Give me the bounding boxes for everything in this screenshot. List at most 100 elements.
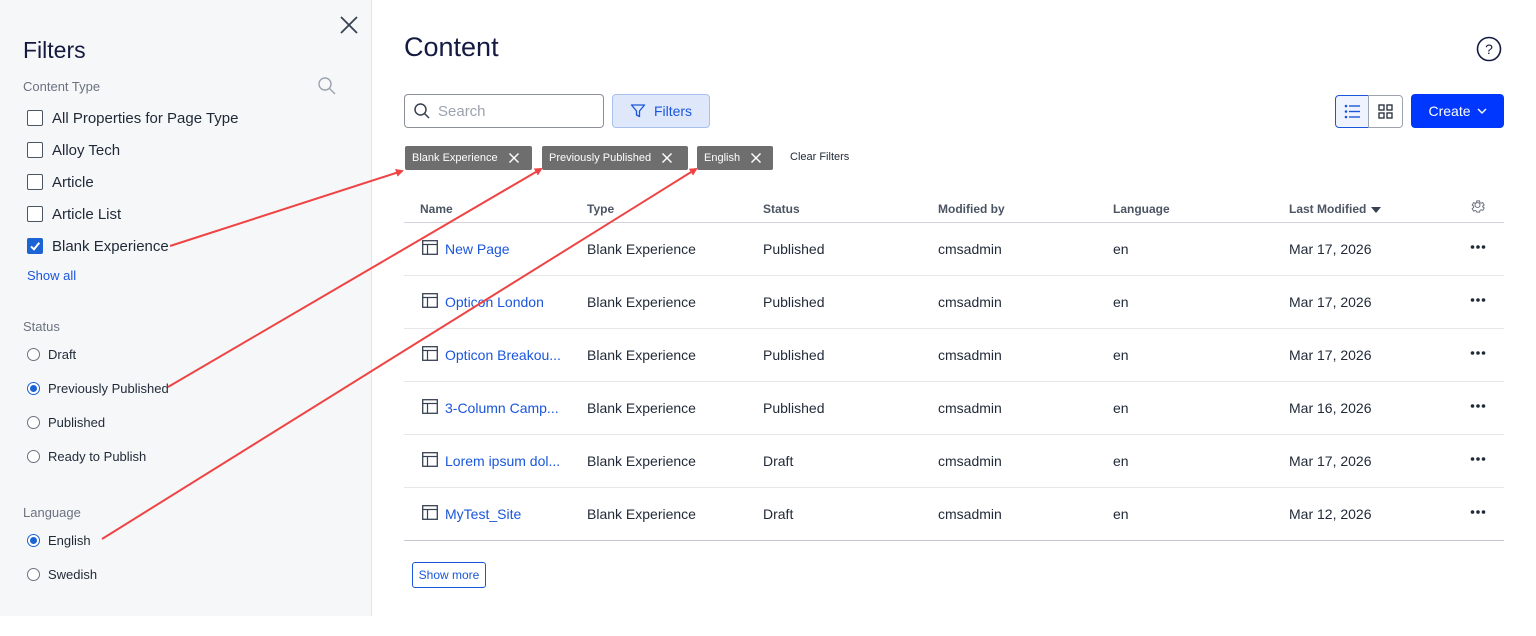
row-last-modified: Mar 17, 2026 xyxy=(1289,294,1372,310)
row-modified-by: cmsadmin xyxy=(938,294,1002,310)
filter-icon xyxy=(630,104,646,118)
search-icon xyxy=(414,103,430,119)
close-icon[interactable] xyxy=(508,152,520,164)
page-layout-icon xyxy=(422,293,438,308)
radio-label: Ready to Publish xyxy=(48,448,147,464)
checkbox-alloy-tech[interactable]: Alloy Tech xyxy=(27,140,120,160)
page-layout-icon xyxy=(422,505,438,520)
column-header-last-modified[interactable]: Last Modified xyxy=(1289,202,1382,216)
radio-published[interactable]: Published xyxy=(27,413,105,431)
column-header-name[interactable]: Name xyxy=(420,202,453,216)
row-status: Published xyxy=(763,347,825,363)
row-name-link[interactable]: Opticon Breakou... xyxy=(445,347,561,363)
radio[interactable] xyxy=(27,347,40,361)
grid-view-button[interactable] xyxy=(1368,95,1403,128)
more-options-icon[interactable] xyxy=(1470,398,1486,414)
close-icon[interactable] xyxy=(661,152,673,164)
filters-button[interactable]: Filters xyxy=(612,94,710,128)
column-header-language[interactable]: Language xyxy=(1113,202,1170,216)
table-row[interactable]: New Page Blank Experience Published cmsa… xyxy=(404,223,1504,276)
checkbox-label: Alloy Tech xyxy=(52,141,121,159)
filter-chip-english[interactable]: English xyxy=(697,146,773,170)
more-options-icon[interactable] xyxy=(1470,345,1486,361)
clear-filters-link[interactable]: Clear Filters xyxy=(790,151,849,163)
filters-button-label: Filters xyxy=(653,103,693,119)
row-status: Published xyxy=(763,400,825,416)
row-language: en xyxy=(1113,453,1129,469)
table-row[interactable]: 3-Column Camp... Blank Experience Publis… xyxy=(404,382,1504,435)
radio[interactable] xyxy=(27,567,40,581)
help-icon[interactable]: ? xyxy=(1476,36,1502,62)
show-all-link[interactable]: Show all xyxy=(27,268,76,283)
checkbox-label: Blank Experience xyxy=(52,237,169,255)
checkmark-icon xyxy=(30,242,41,251)
checkbox[interactable] xyxy=(27,206,43,222)
column-header-modified-by[interactable]: Modified by xyxy=(938,202,1005,216)
radio[interactable] xyxy=(27,449,40,463)
radio-label: Swedish xyxy=(48,566,98,582)
more-options-icon[interactable] xyxy=(1470,504,1486,520)
row-name-link[interactable]: 3-Column Camp... xyxy=(445,400,559,416)
radio-draft[interactable]: Draft xyxy=(27,345,76,363)
radio-selected[interactable] xyxy=(27,381,40,395)
table-row[interactable]: Lorem ipsum dol... Blank Experience Draf… xyxy=(404,435,1504,488)
page-layout-icon xyxy=(422,346,438,361)
row-language: en xyxy=(1113,506,1129,522)
row-type: Blank Experience xyxy=(587,241,696,257)
list-view-button[interactable] xyxy=(1335,95,1369,128)
gear-icon[interactable] xyxy=(1469,198,1486,215)
close-icon[interactable] xyxy=(750,152,762,164)
show-more-button[interactable]: Show more xyxy=(412,562,486,588)
row-type: Blank Experience xyxy=(587,347,696,363)
checkbox[interactable] xyxy=(27,142,43,158)
page-layout-icon xyxy=(422,452,438,467)
search-input[interactable] xyxy=(438,102,588,120)
row-name-link[interactable]: Lorem ipsum dol... xyxy=(445,453,560,469)
row-name-link[interactable]: MyTest_Site xyxy=(445,506,521,522)
radio-selected[interactable] xyxy=(27,533,40,547)
table-row[interactable]: Opticon Breakou... Blank Experience Publ… xyxy=(404,329,1504,382)
checkbox[interactable] xyxy=(27,174,43,190)
radio-english[interactable]: English xyxy=(27,531,91,549)
row-type: Blank Experience xyxy=(587,506,696,522)
row-language: en xyxy=(1113,400,1129,416)
row-language: en xyxy=(1113,347,1129,363)
checkbox-all-properties[interactable]: All Properties for Page Type xyxy=(27,108,239,128)
checkbox-label: Article xyxy=(52,173,94,191)
row-last-modified: Mar 12, 2026 xyxy=(1289,506,1372,522)
table-row[interactable]: MyTest_Site Blank Experience Draft cmsad… xyxy=(404,488,1504,541)
radio-label: Draft xyxy=(48,346,77,362)
radio-swedish[interactable]: Swedish xyxy=(27,565,97,583)
checkbox[interactable] xyxy=(27,110,43,126)
radio-previously-published[interactable]: Previously Published xyxy=(27,379,169,397)
table-row[interactable]: Opticon London Blank Experience Publishe… xyxy=(404,276,1504,329)
radio[interactable] xyxy=(27,415,40,429)
search-field[interactable] xyxy=(404,94,604,128)
row-status: Draft xyxy=(763,506,794,522)
language-label: Language xyxy=(23,505,81,520)
checkbox-article[interactable]: Article xyxy=(27,172,94,192)
page-layout-icon xyxy=(422,240,438,255)
row-type: Blank Experience xyxy=(587,453,696,469)
column-header-type[interactable]: Type xyxy=(587,202,614,216)
checkbox-article-list[interactable]: Article List xyxy=(27,204,121,224)
row-modified-by: cmsadmin xyxy=(938,347,1002,363)
checkbox-checked[interactable] xyxy=(27,238,43,254)
more-options-icon[interactable] xyxy=(1470,451,1486,467)
row-name-link[interactable]: New Page xyxy=(445,241,510,257)
more-options-icon[interactable] xyxy=(1470,292,1486,308)
filter-chip-previously-published[interactable]: Previously Published xyxy=(542,146,688,170)
row-modified-by: cmsadmin xyxy=(938,453,1002,469)
more-options-icon[interactable] xyxy=(1470,239,1486,255)
svg-text:?: ? xyxy=(1485,41,1493,57)
column-header-status[interactable]: Status xyxy=(763,202,800,216)
close-icon[interactable] xyxy=(338,14,360,36)
create-button[interactable]: Create xyxy=(1411,94,1504,128)
filter-chip-blank-experience[interactable]: Blank Experience xyxy=(405,146,532,170)
checkbox-blank-experience[interactable]: Blank Experience xyxy=(27,236,169,256)
radio-label: English xyxy=(48,532,91,548)
row-language: en xyxy=(1113,294,1129,310)
search-icon[interactable] xyxy=(317,76,337,96)
radio-ready-to-publish[interactable]: Ready to Publish xyxy=(27,447,146,465)
row-name-link[interactable]: Opticon London xyxy=(445,294,544,310)
